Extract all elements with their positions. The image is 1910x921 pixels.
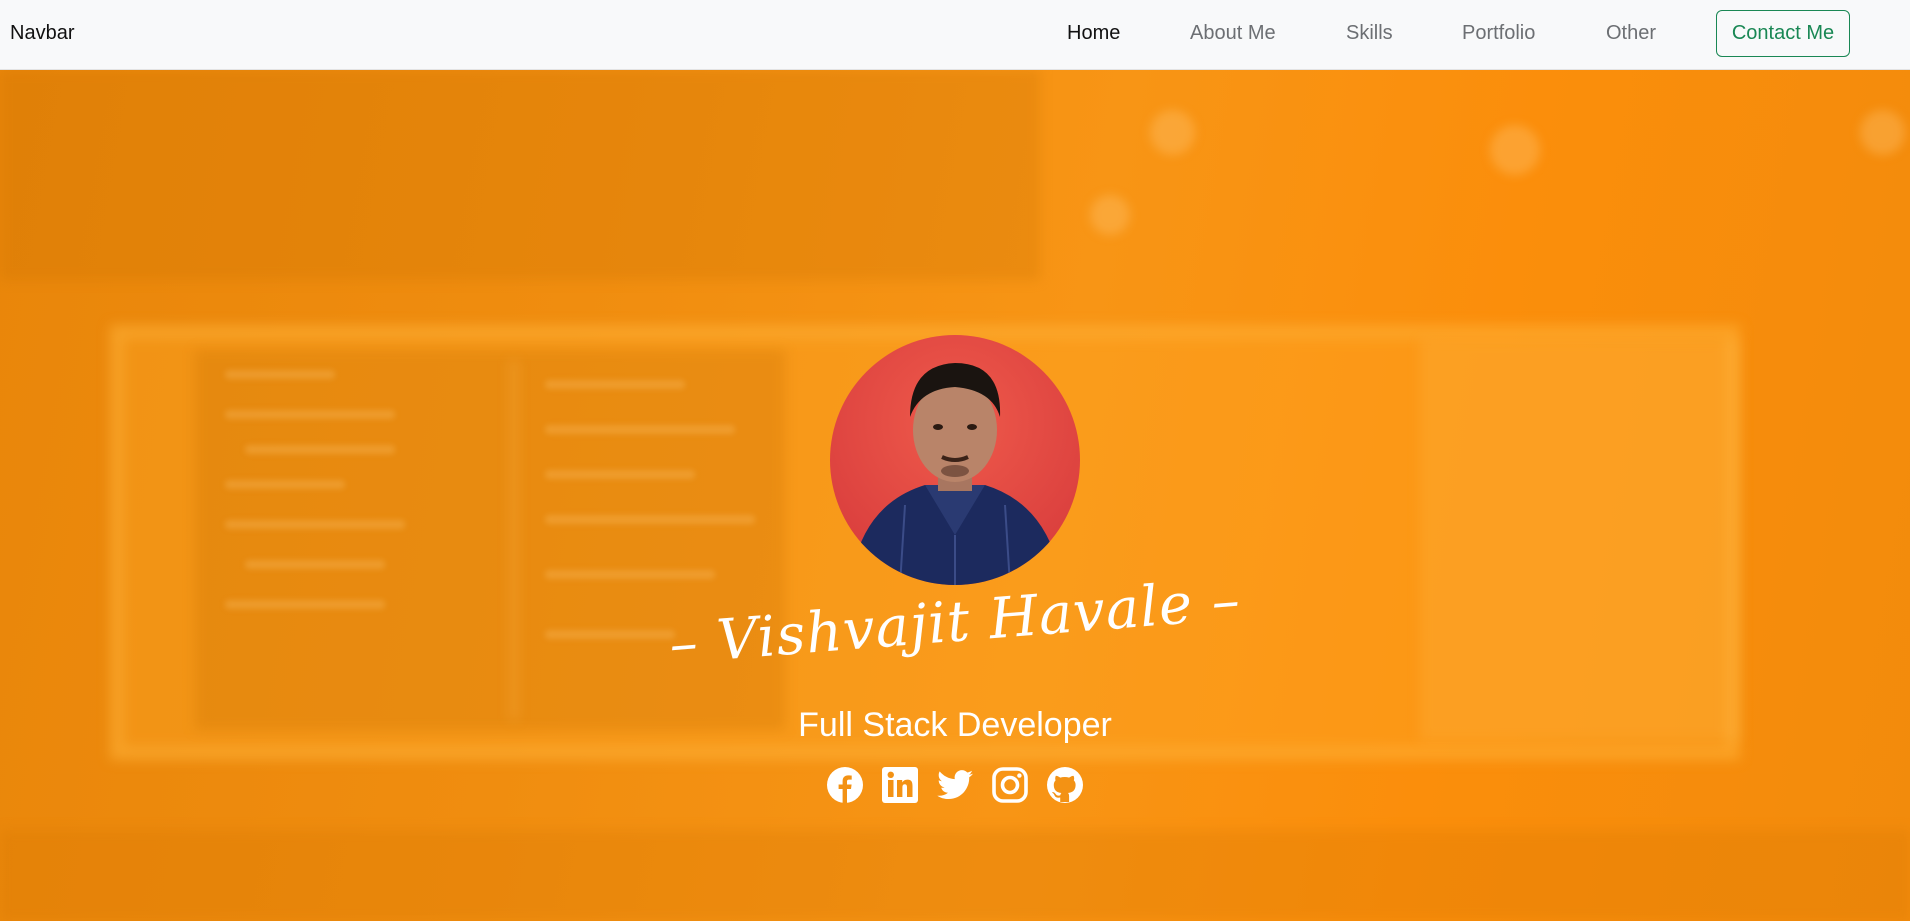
nav-skills[interactable]: Skills: [1346, 22, 1393, 45]
background-code-line: [245, 560, 385, 569]
background-code-line: [225, 370, 335, 379]
background-code-line: [545, 570, 715, 579]
background-bokeh: [1490, 125, 1540, 175]
background-code-line: [545, 425, 735, 434]
background-code-line: [225, 520, 405, 529]
facebook-icon[interactable]: [826, 766, 864, 804]
hero-section: – Vishvajit Havale – Full Stack Develope…: [0, 70, 1910, 921]
twitter-icon[interactable]: [936, 766, 974, 804]
background-window: [1420, 340, 1740, 740]
background-code-line: [245, 445, 395, 454]
background-code-line: [225, 480, 345, 489]
nav-other[interactable]: Other: [1606, 22, 1656, 45]
navbar-brand[interactable]: Navbar: [10, 22, 74, 45]
background-bokeh: [1860, 110, 1905, 155]
background-desk: [0, 830, 1910, 921]
github-icon[interactable]: [1046, 766, 1084, 804]
background-shade: [0, 70, 1040, 280]
hero-role: Full Stack Developer: [798, 706, 1112, 744]
background-code-line: [225, 410, 395, 419]
background-bokeh: [1090, 195, 1130, 235]
background-bokeh: [1150, 110, 1195, 155]
background-code-line: [545, 380, 685, 389]
instagram-icon[interactable]: [991, 766, 1029, 804]
social-links: [826, 766, 1086, 806]
background-code-line: [545, 470, 695, 479]
background-code-line: [225, 600, 385, 609]
profile-avatar: [830, 335, 1080, 585]
linkedin-icon[interactable]: [881, 766, 919, 804]
contact-me-button[interactable]: Contact Me: [1716, 10, 1850, 57]
nav-portfolio[interactable]: Portfolio: [1462, 22, 1535, 45]
nav-home[interactable]: Home: [1067, 22, 1120, 45]
navbar: Navbar Home About Me Skills Portfolio Ot…: [0, 0, 1910, 70]
background-divider: [510, 360, 518, 720]
background-code-line: [545, 515, 755, 524]
background-code-line: [545, 630, 675, 639]
nav-about-me[interactable]: About Me: [1190, 22, 1276, 45]
